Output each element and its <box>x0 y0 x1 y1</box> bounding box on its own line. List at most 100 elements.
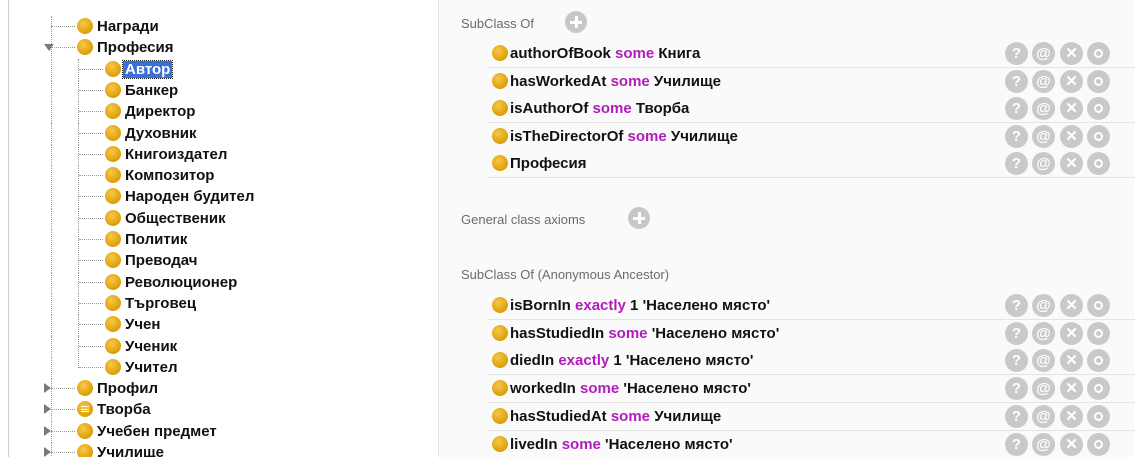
axiom-row[interactable]: livedIn some 'Населено място'? @ ✕ <box>487 430 1135 457</box>
delete-button[interactable]: ✕ <box>1060 69 1083 93</box>
tree-item[interactable]: Народен будител <box>0 186 430 209</box>
delete-button[interactable]: ✕ <box>1060 152 1083 175</box>
tree-item[interactable]: Училище <box>0 442 430 457</box>
tree-item[interactable]: Търговец <box>0 292 430 316</box>
annotate-button[interactable]: @ <box>1032 152 1055 175</box>
tree-connector-line <box>51 271 52 294</box>
explain-button[interactable]: ? <box>1005 404 1028 428</box>
tree-connector-line <box>78 292 79 316</box>
axiom-row[interactable]: hasWorkedAt some Училище? @ ✕ <box>487 67 1135 96</box>
add-general-class-axiom-button[interactable] <box>628 207 650 229</box>
delete-button[interactable]: ✕ <box>1060 124 1083 148</box>
class-hierarchy-tree[interactable]: Награди Професия Автор Банкер Директор Духовн… <box>0 0 439 457</box>
edit-button[interactable] <box>1087 432 1110 456</box>
tree-item-label: Учител <box>125 358 178 376</box>
edit-button[interactable] <box>1087 97 1110 120</box>
add-subclass-of-button[interactable] <box>565 11 587 33</box>
tree-item[interactable]: Духовник <box>0 122 430 145</box>
tree-item[interactable]: Творба <box>0 399 430 422</box>
delete-button[interactable]: ✕ <box>1060 377 1083 401</box>
explain-button[interactable]: ? <box>1005 349 1028 373</box>
axiom-row[interactable]: workedIn some 'Населено място'? @ ✕ <box>487 375 1135 404</box>
tree-connector-line <box>78 165 79 188</box>
collapse-toggle-icon[interactable] <box>44 44 54 52</box>
edit-button[interactable] <box>1087 152 1110 175</box>
explain-button[interactable]: ? <box>1005 69 1028 93</box>
tree-item[interactable]: Книгоиздател <box>0 143 430 167</box>
class-icon <box>105 252 121 269</box>
delete-button[interactable]: ✕ <box>1060 97 1083 120</box>
delete-button[interactable]: ✕ <box>1060 321 1083 345</box>
tree-item[interactable]: Банкер <box>0 79 430 103</box>
edit-button[interactable] <box>1087 42 1110 65</box>
delete-button[interactable]: ✕ <box>1060 349 1083 373</box>
annotate-button[interactable]: @ <box>1032 404 1055 428</box>
edit-button[interactable] <box>1087 349 1110 373</box>
explain-button[interactable]: ? <box>1005 377 1028 401</box>
tree-item-label: Преводач <box>125 252 198 270</box>
delete-button[interactable]: ✕ <box>1060 294 1083 317</box>
class-icon <box>492 45 508 61</box>
annotate-button[interactable]: @ <box>1032 349 1055 373</box>
axiom-text: hasStudiedAt <box>510 407 611 425</box>
tree-item[interactable]: Революционер <box>0 271 430 294</box>
tree-item[interactable]: Награди <box>0 16 430 39</box>
tree-connector-line <box>78 314 79 337</box>
explain-button[interactable]: ? <box>1005 321 1028 345</box>
tree-item[interactable]: Учител <box>0 356 430 380</box>
explain-button[interactable]: ? <box>1005 432 1028 456</box>
explain-button[interactable]: ? <box>1005 294 1028 317</box>
tree-connector-line <box>51 26 75 27</box>
edit-button[interactable] <box>1087 321 1110 345</box>
edit-button[interactable] <box>1087 69 1110 93</box>
explain-button[interactable]: ? <box>1005 42 1028 65</box>
tree-item[interactable]: Ученик <box>0 335 430 358</box>
annotate-button[interactable]: @ <box>1032 294 1055 317</box>
expand-toggle-icon[interactable] <box>44 383 51 394</box>
axiom-row[interactable]: isTheDirectorOf some Училище? @ ✕ <box>487 122 1135 151</box>
class-icon <box>105 337 121 354</box>
axiom-row[interactable]: hasStudiedIn some 'Населено място'? @ ✕ <box>487 319 1135 348</box>
delete-button[interactable]: ✕ <box>1060 42 1083 65</box>
tree-item[interactable]: Политик <box>0 229 430 252</box>
tree-item-label: Професия <box>97 39 174 57</box>
tree-item[interactable]: Композитор <box>0 165 430 188</box>
edit-button[interactable] <box>1087 377 1110 401</box>
axiom-row[interactable]: Професия? @ ✕ <box>487 150 1135 178</box>
edit-button[interactable] <box>1087 404 1110 428</box>
explain-button[interactable]: ? <box>1005 124 1028 148</box>
tree-item[interactable]: Общественик <box>0 207 430 230</box>
tree-item[interactable]: Директор <box>0 101 430 124</box>
delete-button[interactable]: ✕ <box>1060 404 1083 428</box>
explain-button[interactable]: ? <box>1005 97 1028 120</box>
tree-item[interactable]: Учен <box>0 314 430 337</box>
annotate-button[interactable]: @ <box>1032 321 1055 345</box>
class-icon <box>105 231 121 247</box>
annotate-button[interactable]: @ <box>1032 42 1055 65</box>
edit-button[interactable] <box>1087 294 1110 317</box>
axiom-keyword: some <box>610 407 651 425</box>
expand-toggle-icon[interactable] <box>44 425 51 436</box>
axiom-row[interactable]: isBornIn exactly 1 'Населено място'? @ ✕ <box>487 292 1135 320</box>
edit-button[interactable] <box>1087 124 1110 148</box>
tree-item[interactable]: Автор <box>0 58 430 81</box>
tree-item[interactable]: Профил <box>0 378 430 401</box>
axiom-row[interactable]: isAuthorOf some Творба? @ ✕ <box>487 95 1135 123</box>
tree-item[interactable]: Учебен предмет <box>0 420 430 443</box>
tree-item[interactable]: Професия <box>0 37 430 60</box>
annotate-button[interactable]: @ <box>1032 432 1055 456</box>
annotate-button[interactable]: @ <box>1032 377 1055 401</box>
annotate-button[interactable]: @ <box>1032 69 1055 93</box>
annotate-button[interactable]: @ <box>1032 97 1055 120</box>
delete-button[interactable]: ✕ <box>1060 432 1083 456</box>
tree-item-partial[interactable] <box>0 0 430 10</box>
axiom-row[interactable]: authorOfBook some Книга? @ ✕ <box>487 40 1135 68</box>
axiom-row[interactable]: hasStudiedAt some Училище? @ ✕ <box>487 402 1135 431</box>
tree-item[interactable]: Преводач <box>0 250 430 273</box>
expand-toggle-icon[interactable] <box>44 404 51 415</box>
expand-toggle-icon[interactable] <box>44 447 51 457</box>
axiom-row[interactable]: diedIn exactly 1 'Населено място'? @ ✕ <box>487 347 1135 376</box>
explain-button[interactable]: ? <box>1005 152 1028 175</box>
annotate-button[interactable]: @ <box>1032 124 1055 148</box>
tree-connector-line <box>79 196 103 198</box>
